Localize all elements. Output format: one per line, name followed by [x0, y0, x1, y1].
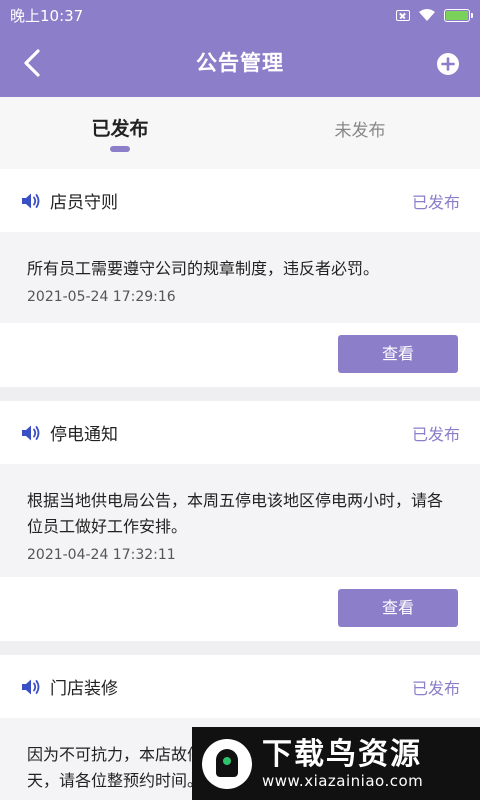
announcement-date: 2021-04-24 17:32:11 [27, 547, 176, 563]
watermark-url: www.xiazainiao.com [262, 771, 424, 790]
tab-unpublished-label: 未发布 [334, 121, 386, 141]
wifi-icon [419, 9, 435, 21]
tab-unpublished[interactable]: 未发布 [240, 97, 480, 169]
tab-bar: 已发布 未发布 [0, 97, 480, 169]
announcement-footer: 查看 [0, 323, 480, 387]
announcement-header[interactable]: 停电通知 已发布 [0, 401, 480, 464]
status-badge: 已发布 [411, 678, 460, 698]
announcement-body: 所有员工需要遵守公司的规章制度，违反者必罚。 2021-05-24 17:29:… [0, 232, 480, 323]
no-sim-icon [396, 9, 410, 21]
bird-logo-icon [202, 738, 252, 789]
announcement-content: 根据当地供电局公告，本周五停电该地区停电两小时，请各位员工做好工作安排。 [27, 491, 444, 536]
announcement-footer: 查看 [0, 577, 480, 641]
tab-active-indicator [110, 146, 130, 152]
view-button[interactable]: 查看 [338, 335, 458, 373]
announcement-body: 根据当地供电局公告，本周五停电该地区停电两小时，请各位员工做好工作安排。 202… [0, 464, 480, 577]
speaker-icon [22, 193, 40, 208]
tab-published-label: 已发布 [91, 118, 149, 140]
watermark-banner: 下载鸟资源 www.xiazainiao.com [192, 727, 480, 800]
add-announcement-button[interactable] [436, 52, 460, 76]
status-badge: 已发布 [411, 424, 460, 444]
announcement-content: 所有员工需要遵守公司的规章制度，违反者必罚。 [27, 259, 380, 278]
watermark-title: 下载鸟资源 [262, 736, 422, 772]
announcement-title: 停电通知 [50, 425, 118, 445]
announcement-header[interactable]: 门店装修 已发布 [0, 655, 480, 718]
announcement-date: 2021-05-24 17:29:16 [27, 289, 176, 305]
tab-published[interactable]: 已发布 [0, 97, 240, 169]
status-time: 晚上10:37 [10, 6, 84, 25]
page-title: 公告管理 [196, 51, 284, 75]
status-bar: 晚上10:37 [0, 0, 480, 30]
announcement-title: 店员守则 [50, 193, 118, 213]
battery-icon [444, 8, 473, 22]
watermark-text: 下载鸟资源 www.xiazainiao.com [262, 736, 424, 790]
view-button[interactable]: 查看 [338, 589, 458, 627]
nav-bar: 公告管理 [0, 30, 480, 97]
announcement-title: 门店装修 [50, 679, 118, 699]
speaker-icon [22, 425, 40, 440]
speaker-icon [22, 679, 40, 694]
announcement-header[interactable]: 店员守则 已发布 [0, 169, 480, 232]
status-badge: 已发布 [411, 192, 460, 212]
status-icons [396, 8, 473, 22]
